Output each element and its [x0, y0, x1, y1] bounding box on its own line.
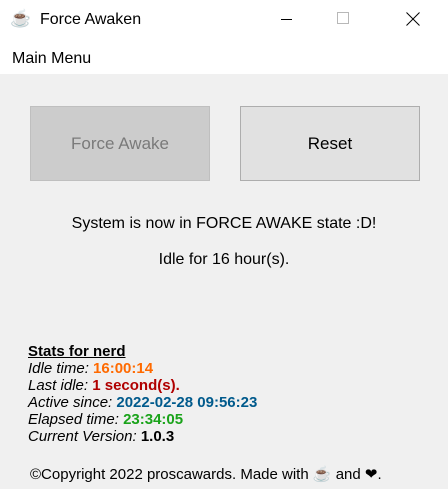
- elapsed-time-value: 23:34:05: [123, 411, 184, 428]
- state-status-text: System is now in FORCE AWAKE state :D!: [71, 215, 377, 232]
- stat-version: Current Version: 1.0.3: [28, 428, 257, 445]
- active-since-value: 2022-02-28 09:56:23: [116, 394, 258, 411]
- minimize-button[interactable]: [264, 0, 310, 40]
- active-since-label: Active since:: [28, 394, 113, 411]
- reset-button[interactable]: Reset: [240, 106, 420, 181]
- idle-status-text: Idle for 16 hour(s).: [158, 251, 290, 268]
- stat-last-idle: Last idle: 1 second(s).: [28, 377, 257, 394]
- stat-active-since: Active since: 2022-02-28 09:56:23: [28, 394, 257, 411]
- copyright-footer: ©Copyright 2022 proscawards. Made with ☕…: [30, 466, 382, 484]
- stats-panel: Stats for nerd Idle time: 16:00:14 Last …: [28, 343, 257, 445]
- copyright-prefix: ©Copyright 2022 proscawards. Made with: [30, 466, 313, 483]
- heart-icon: ❤: [364, 466, 378, 483]
- window-title: Force Awaken: [40, 11, 142, 28]
- close-button[interactable]: [390, 0, 436, 40]
- title-bar[interactable]: ☕ Force Awaken: [0, 0, 448, 40]
- force-awake-button[interactable]: Force Awake: [30, 106, 210, 181]
- copyright-suffix: .: [377, 466, 382, 483]
- idle-time-value: 16:00:14: [93, 360, 154, 377]
- maximize-button: [320, 0, 366, 40]
- version-value: 1.0.3: [140, 428, 175, 445]
- elapsed-time-label: Elapsed time:: [28, 411, 119, 428]
- stats-title: Stats for nerd: [28, 343, 126, 360]
- app-window: ☕ Force Awaken Main Menu Force Awake Res…: [0, 0, 448, 489]
- menu-bar: Main Menu: [0, 40, 448, 74]
- last-idle-label: Last idle:: [28, 377, 89, 394]
- version-label: Current Version:: [28, 428, 137, 445]
- stat-elapsed-time: Elapsed time: 23:34:05: [28, 411, 257, 428]
- close-icon: [406, 12, 420, 26]
- copyright-middle: and: [331, 466, 365, 483]
- coffee-icon: ☕: [312, 466, 332, 483]
- stat-idle-time: Idle time: 16:00:14: [28, 360, 257, 377]
- coffee-cup-icon: ☕: [10, 9, 32, 28]
- main-menu[interactable]: Main Menu: [12, 50, 91, 68]
- idle-time-label: Idle time:: [28, 360, 89, 377]
- last-idle-value: 1 second(s).: [92, 377, 180, 394]
